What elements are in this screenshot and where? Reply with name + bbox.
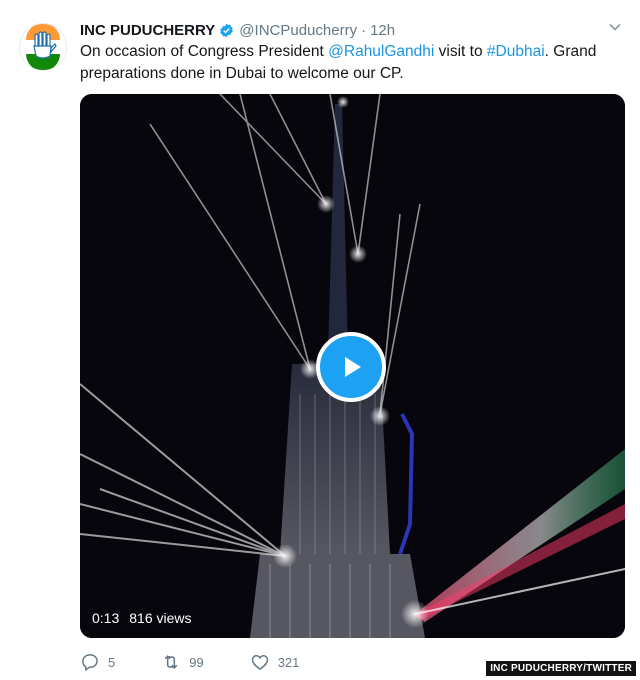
video-player[interactable]: 0:13 816 views [80,94,625,638]
tweet-header: INC PUDUCHERRY @INCPuducherry · 12h [80,19,395,41]
video-meta: 0:13 816 views [92,610,192,626]
video-views: 816 views [129,610,192,626]
avatar[interactable] [20,24,66,70]
retweet-button[interactable]: 99 [161,652,204,672]
reply-count: 5 [108,654,116,670]
tweet-text-part: visit to [434,43,487,60]
tweet-text-part: On occasion of Congress President [80,43,329,60]
video-duration: 0:13 [92,610,120,626]
chevron-down-icon[interactable] [608,20,622,34]
user-handle[interactable]: @INCPuducherry [239,22,357,39]
like-icon [251,654,268,671]
retweet-icon [164,655,178,669]
reply-icon [82,654,98,672]
verified-badge-icon [220,23,234,37]
separator-dot: · [361,21,367,39]
image-credit: INC PUDUCHERRY/TWITTER [486,661,636,676]
congress-hand-logo [20,24,66,70]
like-button[interactable]: 321 [250,652,300,672]
timestamp[interactable]: 12h [370,22,395,39]
tweet: INC PUDUCHERRY @INCPuducherry · 12h On o… [0,0,640,680]
reply-button[interactable]: 5 [80,652,115,672]
mention-link[interactable]: @RahulGandhi [328,43,434,60]
like-count: 321 [277,654,300,670]
display-name[interactable]: INC PUDUCHERRY [80,22,215,39]
tweet-actions: 5 99 321 [80,651,345,673]
play-button[interactable] [316,332,386,402]
tweet-text: On occasion of Congress President @Rahul… [80,41,620,85]
hashtag-link[interactable]: #Dubhai [487,43,545,60]
retweet-count: 99 [189,654,204,670]
play-icon [345,357,361,377]
